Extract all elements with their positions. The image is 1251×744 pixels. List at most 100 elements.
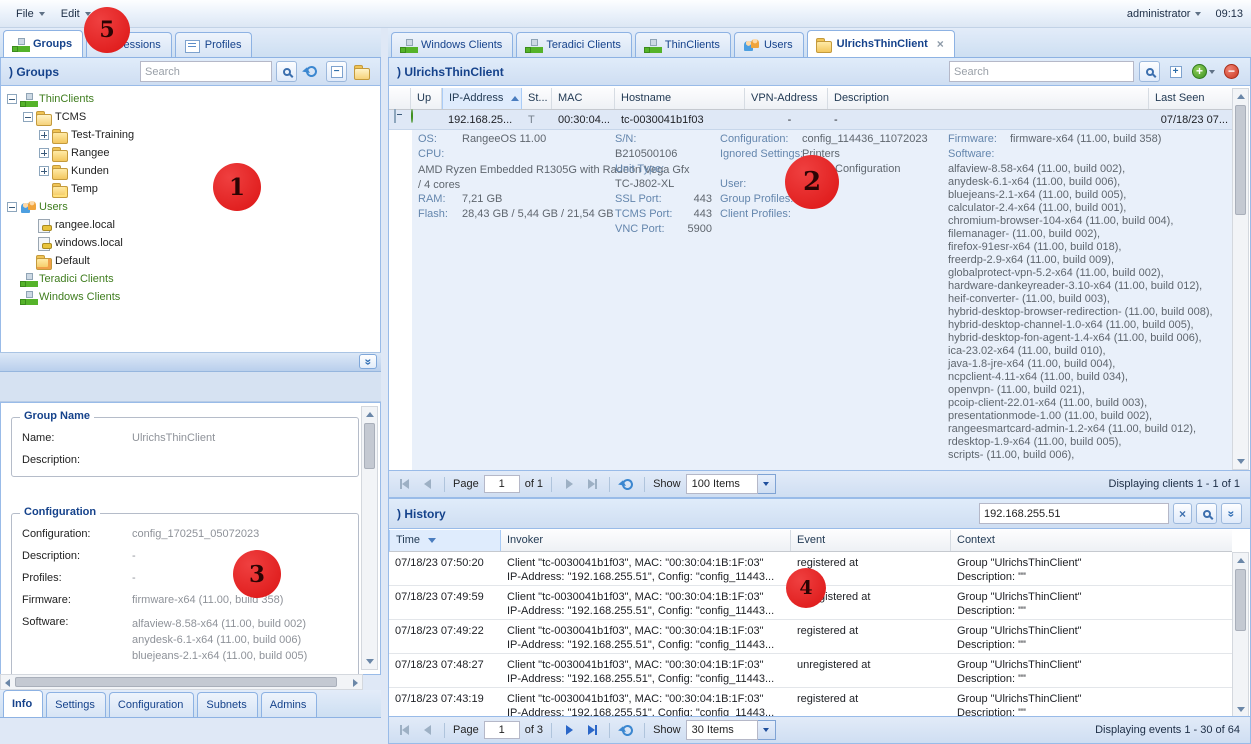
expand-panel-button[interactable]: » [359, 354, 377, 369]
scrollbar-thumb[interactable] [1235, 105, 1246, 215]
clients-vertical-scrollbar[interactable] [1232, 88, 1249, 470]
column-hostname[interactable]: Hostname [615, 88, 745, 109]
page-number-input[interactable]: 1 [484, 721, 520, 739]
client-description: - [828, 110, 1149, 129]
remove-client-button[interactable]: − [1221, 61, 1242, 82]
history-search-input[interactable]: 192.168.255.51 [979, 503, 1169, 524]
info-vertical-scrollbar[interactable] [361, 406, 378, 670]
column-context[interactable]: Context [951, 530, 1232, 551]
tree-expander[interactable] [39, 148, 49, 158]
tree-item[interactable]: ThinClients [1, 90, 380, 108]
tree-expander[interactable] [7, 94, 17, 104]
main-tab[interactable]: ThinClients × [635, 32, 731, 57]
last-page-button[interactable] [583, 721, 601, 739]
scroll-down-icon[interactable] [366, 659, 374, 664]
history-row[interactable]: 07/18/23 07:48:27 Client "tc-0030041b1f0… [389, 654, 1232, 688]
combo-trigger[interactable] [758, 720, 776, 740]
history-row[interactable]: 07/18/23 07:43:19 Client "tc-0030041b1f0… [389, 688, 1232, 718]
info-tab[interactable]: Settings [46, 692, 106, 717]
items-per-page-select[interactable]: 100 Items [686, 474, 776, 494]
history-search-button[interactable] [1196, 503, 1217, 524]
column-event[interactable]: Event [791, 530, 951, 551]
scroll-up-icon[interactable] [366, 412, 374, 417]
history-search-clear-button[interactable]: × [1173, 503, 1192, 524]
client-row[interactable]: 192.168.25... T 00:30:04... tc-0030041b1… [389, 110, 1232, 130]
left-tab[interactable]: Profiles [175, 32, 253, 57]
main-tab[interactable]: Users × [734, 32, 804, 57]
tree-item[interactable]: Temp [1, 180, 380, 198]
add-client-button[interactable]: + [1191, 61, 1216, 82]
tree-node-label: Users [39, 201, 68, 213]
page-number-input[interactable]: 1 [484, 475, 520, 493]
column-invoker[interactable]: Invoker [501, 530, 791, 551]
previous-page-button[interactable] [418, 721, 436, 739]
info-tab[interactable]: Admins [261, 692, 318, 717]
next-page-button[interactable] [560, 475, 578, 493]
column-status[interactable]: St... [522, 88, 552, 109]
history-vertical-scrollbar[interactable] [1232, 552, 1249, 718]
collapsed-panel-bar[interactable] [0, 352, 381, 372]
tree-item[interactable]: Default [1, 252, 380, 270]
next-page-button[interactable] [560, 721, 578, 739]
column-ip-address[interactable]: IP-Address [442, 88, 522, 109]
scroll-up-icon[interactable] [1237, 94, 1245, 99]
scrollbar-thumb[interactable] [1235, 569, 1246, 631]
main-tab[interactable]: Teradici Clients × [516, 32, 632, 57]
tree-item[interactable]: Kunden [1, 162, 380, 180]
group-folder-button[interactable] [351, 61, 372, 82]
main-tab[interactable]: Windows Clients × [391, 32, 513, 57]
tree-expander[interactable] [23, 112, 33, 122]
column-up[interactable]: Up [411, 88, 442, 109]
scrollbar-thumb[interactable] [364, 423, 375, 469]
column-vpn-address[interactable]: VPN-Address [745, 88, 828, 109]
first-page-button[interactable] [395, 475, 413, 493]
groups-search-input[interactable]: Search [140, 61, 272, 82]
first-page-button[interactable] [395, 721, 413, 739]
tree-expander[interactable] [39, 166, 49, 176]
tree-item[interactable]: rangee.local [1, 216, 380, 234]
history-row[interactable]: 07/18/23 07:49:22 Client "tc-0030041b1f0… [389, 620, 1232, 654]
info-tab[interactable]: Subnets [197, 692, 257, 717]
tree-item[interactable]: Users [1, 198, 380, 216]
scroll-up-icon[interactable] [1237, 558, 1245, 563]
close-icon[interactable]: × [937, 39, 944, 49]
row-collapse-icon[interactable] [394, 109, 396, 123]
user-menu[interactable]: administrator [1119, 5, 1210, 23]
tree-expander[interactable] [39, 130, 49, 140]
file-menu[interactable]: File [8, 5, 53, 23]
scroll-down-icon[interactable] [1237, 459, 1245, 464]
clients-search-button[interactable] [1139, 61, 1160, 82]
history-expand-button[interactable]: » [1221, 503, 1242, 524]
tree-item[interactable]: windows.local [1, 234, 380, 252]
scroll-left-icon[interactable] [5, 679, 10, 687]
left-tab[interactable]: Groups [3, 30, 83, 57]
expand-all-button[interactable]: + [1165, 61, 1186, 82]
groups-refresh-button[interactable] [301, 61, 322, 82]
tree-expander[interactable] [7, 202, 17, 212]
info-tab[interactable]: Configuration [109, 692, 194, 717]
tree-item[interactable]: Rangee [1, 144, 380, 162]
tree-item[interactable]: Windows Clients [1, 288, 380, 306]
previous-page-button[interactable] [418, 475, 436, 493]
combo-trigger[interactable] [758, 474, 776, 494]
groups-search-button[interactable] [276, 61, 297, 82]
scrollbar-thumb[interactable] [15, 677, 337, 687]
tree-item[interactable]: TCMS [1, 108, 380, 126]
items-per-page-select[interactable]: 30 Items [686, 720, 776, 740]
clients-search-input[interactable]: Search [949, 61, 1134, 82]
scroll-down-icon[interactable] [1237, 707, 1245, 712]
column-mac[interactable]: MAC [552, 88, 615, 109]
tree-item[interactable]: Teradici Clients [1, 270, 380, 288]
scroll-right-icon[interactable] [353, 679, 358, 687]
column-last-seen[interactable]: Last Seen [1149, 88, 1232, 109]
refresh-button[interactable] [618, 721, 636, 739]
info-tab[interactable]: Info [3, 690, 43, 717]
info-horizontal-scrollbar[interactable] [0, 674, 363, 690]
last-page-button[interactable] [583, 475, 601, 493]
main-tab[interactable]: UlrichsThinClient × [807, 30, 955, 57]
collapse-all-button[interactable]: − [326, 61, 347, 82]
refresh-button[interactable] [618, 475, 636, 493]
tree-item[interactable]: Test-Training [1, 126, 380, 144]
column-description[interactable]: Description [828, 88, 1149, 109]
column-time[interactable]: Time [389, 530, 501, 551]
